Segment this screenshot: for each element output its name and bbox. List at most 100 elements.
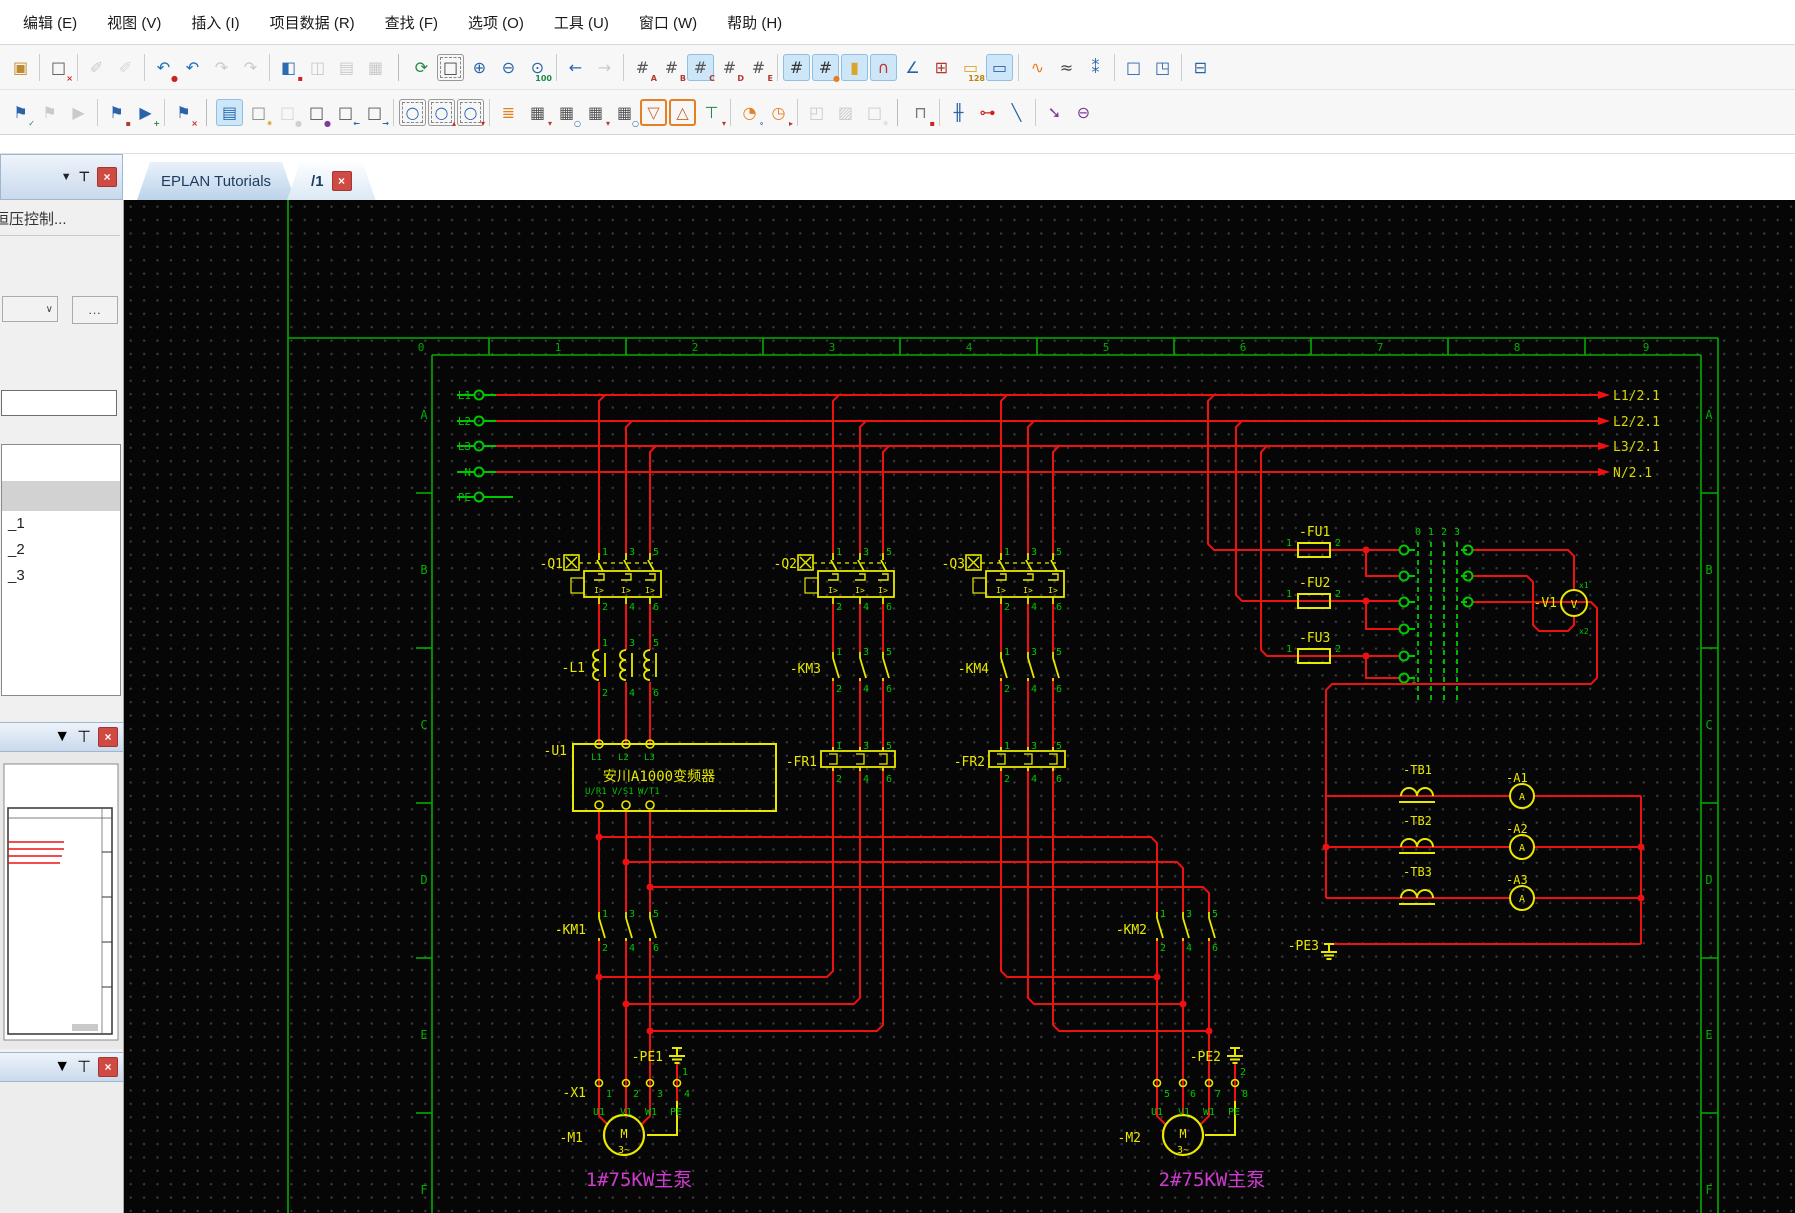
grid-d-icon[interactable]: # D [716, 54, 744, 83]
undo-list-icon[interactable]: ↶ [179, 54, 206, 81]
line-break-icon[interactable]: ╲ [1003, 99, 1030, 126]
goto-unplaced-icon[interactable]: ⚑ × [170, 99, 198, 128]
menu-item-8[interactable]: 帮助 (H) [714, 6, 795, 39]
page-navigator-header[interactable]: ▼ ⊤ × [0, 154, 123, 200]
grid-b-icon[interactable]: # B [658, 54, 686, 83]
export-page-icon[interactable]: □ → [361, 99, 389, 128]
terminal-up-icon[interactable]: ○ ▴ [428, 99, 456, 127]
menu-item-7[interactable]: 窗口 (W) [626, 6, 710, 39]
page-list-item-0[interactable]: _1 [2, 511, 120, 537]
terminal-down-icon[interactable]: ○ ▾ [457, 99, 485, 127]
net-connect-icon[interactable]: ⁑ [1082, 54, 1109, 81]
zoom-window-icon[interactable]: □ [437, 54, 464, 81]
select-similar-icon[interactable]: □ ✳ [861, 99, 889, 128]
page-check-icon[interactable]: ▤ [333, 54, 360, 81]
panel-layout-icon[interactable]: ◰ [803, 99, 830, 126]
menu-item-5[interactable]: 选项 (O) [455, 6, 537, 39]
insert-arrow-icon[interactable]: ➘ [1041, 99, 1068, 126]
object-snap-icon[interactable]: ∩ [870, 53, 897, 81]
plot-stamp-icon[interactable]: ⊓ ▪ [907, 99, 935, 128]
interruption-up-icon[interactable]: △ [669, 99, 696, 126]
device-box-icon[interactable]: □ [1120, 54, 1147, 81]
t-node-icon[interactable]: ╫ [945, 99, 972, 126]
gauge-check-icon[interactable]: ◔ ∘ [736, 99, 764, 128]
panel-pin-icon[interactable]: ⊤ [79, 169, 90, 185]
bottom-close-icon[interactable]: × [98, 1057, 118, 1077]
insert-circle-icon[interactable]: ⊖ [1070, 99, 1097, 126]
menu-item-6[interactable]: 工具 (U) [541, 6, 622, 39]
snap-grid-icon[interactable]: # ● [812, 53, 840, 82]
page-navigator-icon[interactable]: ▤ [216, 98, 243, 126]
bom-edit-icon[interactable]: ▦ ○ [611, 99, 639, 128]
topology-icon[interactable]: ◳ [1149, 54, 1176, 81]
preview-close-icon[interactable]: × [98, 727, 118, 747]
format-brush-icon[interactable]: ✐ [83, 54, 110, 81]
window-macro-icon[interactable]: □ ● [303, 99, 331, 128]
menu-item-3[interactable]: 项目数据 (R) [257, 6, 368, 39]
import-page-icon[interactable]: □ ← [332, 99, 360, 128]
panel-close-icon[interactable]: × [97, 167, 117, 187]
back-icon[interactable]: ← [562, 54, 589, 81]
panel-caret-icon[interactable]: ▼ [61, 171, 72, 183]
goto-next-icon[interactable]: ▶ + [132, 99, 160, 128]
preview-caret-icon[interactable]: ▼ [54, 728, 70, 746]
tab-1[interactable]: /1 × [287, 162, 376, 200]
interruption-down-icon[interactable]: ▽ [640, 99, 667, 126]
grid-a-icon[interactable]: # A [629, 54, 657, 83]
connection-point-icon[interactable]: ⊶ [974, 99, 1001, 126]
terminal-strip-icon[interactable]: ○ [399, 99, 426, 126]
parts-cart-icon[interactable]: ⊟ [1187, 54, 1214, 81]
cable-lines-icon[interactable]: ≣ [495, 99, 522, 126]
menu-item-0[interactable]: 编辑 (E) [10, 6, 90, 39]
device-navigator-icon[interactable]: ▦ ▾ [524, 99, 552, 128]
design-mode-icon[interactable]: ∠ [899, 54, 926, 81]
report-table-icon[interactable]: ▦ [362, 54, 389, 81]
goto-forward-icon[interactable]: ▶ [65, 99, 92, 126]
signal-lines-icon[interactable]: ≈ [1053, 54, 1080, 81]
schematic-canvas[interactable]: 0 1 2 3 4 5 6 7 8 9 A B C D E F A B C D E F L1 L2 L3 N PE L1/2.1 L2/… [124, 200, 1795, 1213]
zoom-out-icon[interactable]: ⊖ [495, 54, 522, 81]
browse-button[interactable]: ... [72, 296, 118, 324]
page-list-item-2[interactable]: _3 [2, 563, 120, 589]
paste-icon[interactable]: ▣ [7, 54, 34, 81]
hatch-area-icon[interactable]: ▨ [832, 99, 859, 126]
goto-counterpart-icon[interactable]: ⚑ ▪ [103, 99, 131, 128]
menu-item-2[interactable]: 插入 (I) [178, 6, 252, 39]
page-list-selection[interactable] [2, 481, 120, 511]
page-list[interactable]: _1 _2 _3 [1, 444, 121, 696]
goto-back-icon[interactable]: ⚑ [36, 99, 63, 126]
forward-icon[interactable]: → [591, 54, 618, 81]
refresh-icon[interactable]: ⟳ [408, 54, 435, 81]
increment-icon[interactable]: ▭ 128 [957, 54, 985, 83]
redo-icon[interactable]: ↷ [208, 54, 235, 81]
redo-list-icon[interactable]: ↷ [237, 54, 264, 81]
bom-navigator-icon[interactable]: ▦ ▾ [582, 99, 610, 128]
goto-graphic-icon[interactable]: ⚑ ✓ [7, 99, 35, 128]
preview-panel-header[interactable]: ▼ ⊤ × [0, 722, 123, 752]
potential-icon[interactable]: ⊤ ▾ [698, 99, 726, 128]
grid-display-icon[interactable]: # [783, 53, 810, 81]
new-page-icon[interactable]: □ ✷ [245, 99, 273, 128]
device-list-icon[interactable]: ▦ ○ [553, 99, 581, 128]
page-list-item-1[interactable]: _2 [2, 537, 120, 563]
workspace-icon[interactable]: ◧ ▪ [275, 54, 303, 83]
page-search-input[interactable] [1, 390, 117, 416]
menu-item-1[interactable]: 视图 (V) [94, 6, 174, 39]
undo-icon[interactable]: ↶ ● [150, 54, 178, 83]
signal-wave-icon[interactable]: ∿ [1024, 54, 1051, 81]
page-macro-icon[interactable]: □ ● [274, 99, 302, 128]
schematic-drawing[interactable]: 0 1 2 3 4 5 6 7 8 9ABCDEFABCDEFL1L2L3NPEL1/2.1L2/… [124, 200, 1795, 1213]
bottom-caret-icon[interactable]: ▼ [54, 1058, 70, 1076]
tab-close-icon[interactable]: × [332, 171, 352, 191]
bottom-pin-icon[interactable]: ⊤ [77, 1057, 91, 1077]
coordinate-input-icon[interactable]: ▭ [986, 53, 1013, 81]
page-filter-combobox[interactable]: ∨ [2, 296, 58, 322]
zoom-100-icon[interactable]: ⊙ 100 [524, 54, 552, 83]
tab-eplantutorials[interactable]: EPLAN Tutorials [137, 162, 295, 200]
grid-e-icon[interactable]: # E [745, 54, 773, 83]
delete-selection-icon[interactable]: □ × [45, 54, 73, 83]
bottom-panel-header[interactable]: ▼ ⊤ × [0, 1052, 123, 1082]
symbol-select-icon[interactable]: ⊞ [928, 54, 955, 81]
menu-item-4[interactable]: 查找 (F) [372, 6, 451, 39]
zoom-in-icon[interactable]: ⊕ [466, 54, 493, 81]
